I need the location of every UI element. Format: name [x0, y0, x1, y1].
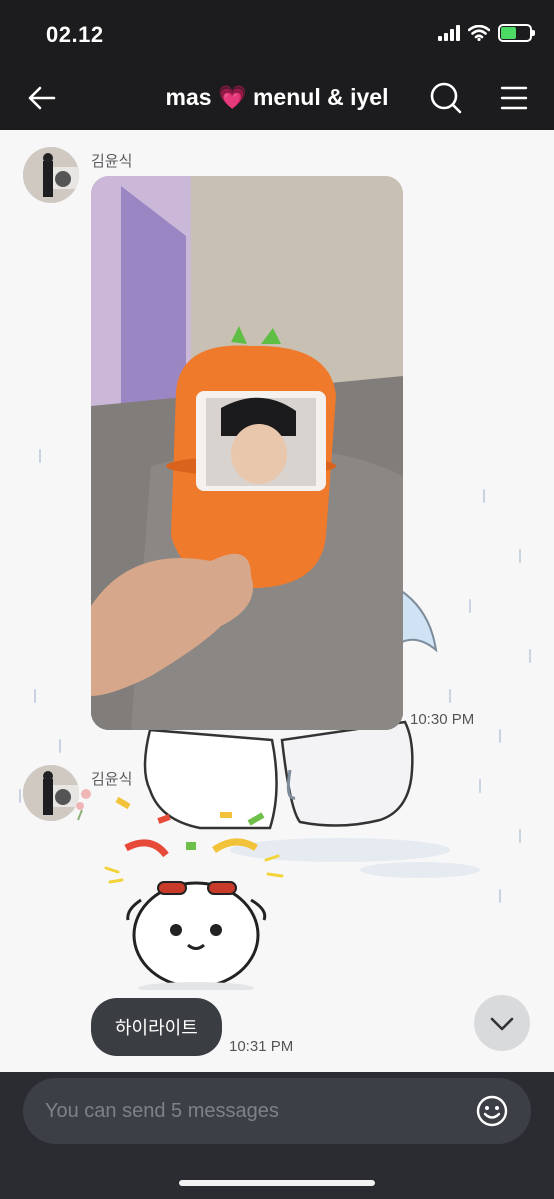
- status-icons: [438, 24, 535, 42]
- chat-header: mas 💗 menul & iyel: [0, 70, 554, 130]
- avatar[interactable]: [23, 765, 79, 821]
- scroll-to-bottom-button[interactable]: [474, 995, 530, 1051]
- message-time: 10:30 PM: [410, 711, 475, 728]
- photo-message[interactable]: [91, 176, 403, 730]
- chevron-down-icon: [490, 1017, 514, 1031]
- cellular-signal-icon: [438, 25, 460, 41]
- avatar[interactable]: [23, 147, 79, 203]
- emoji-icon[interactable]: [475, 1094, 509, 1128]
- status-bar: 02.12: [0, 0, 554, 70]
- celebration-sticker[interactable]: [96, 790, 296, 990]
- wifi-icon: [468, 25, 490, 41]
- battery-icon: [498, 24, 535, 42]
- home-indicator: [179, 1180, 375, 1186]
- message-input[interactable]: [45, 1078, 465, 1144]
- search-icon[interactable]: [428, 80, 464, 116]
- sender-name: 김윤식: [91, 153, 133, 170]
- text-message-bubble[interactable]: 하이라이트: [91, 998, 222, 1056]
- message-input-container[interactable]: [23, 1078, 531, 1144]
- status-time: 02.12: [46, 22, 104, 47]
- message-time: 10:31 PM: [229, 1038, 294, 1055]
- menu-icon[interactable]: [498, 82, 530, 114]
- sender-name: 김윤식: [91, 771, 133, 788]
- chat-area[interactable]: 김윤식 10:30 PM 김윤식 하이라이트 10:31 PM: [0, 130, 554, 1072]
- chat-title: mas 💗 menul & iyel: [165, 84, 389, 110]
